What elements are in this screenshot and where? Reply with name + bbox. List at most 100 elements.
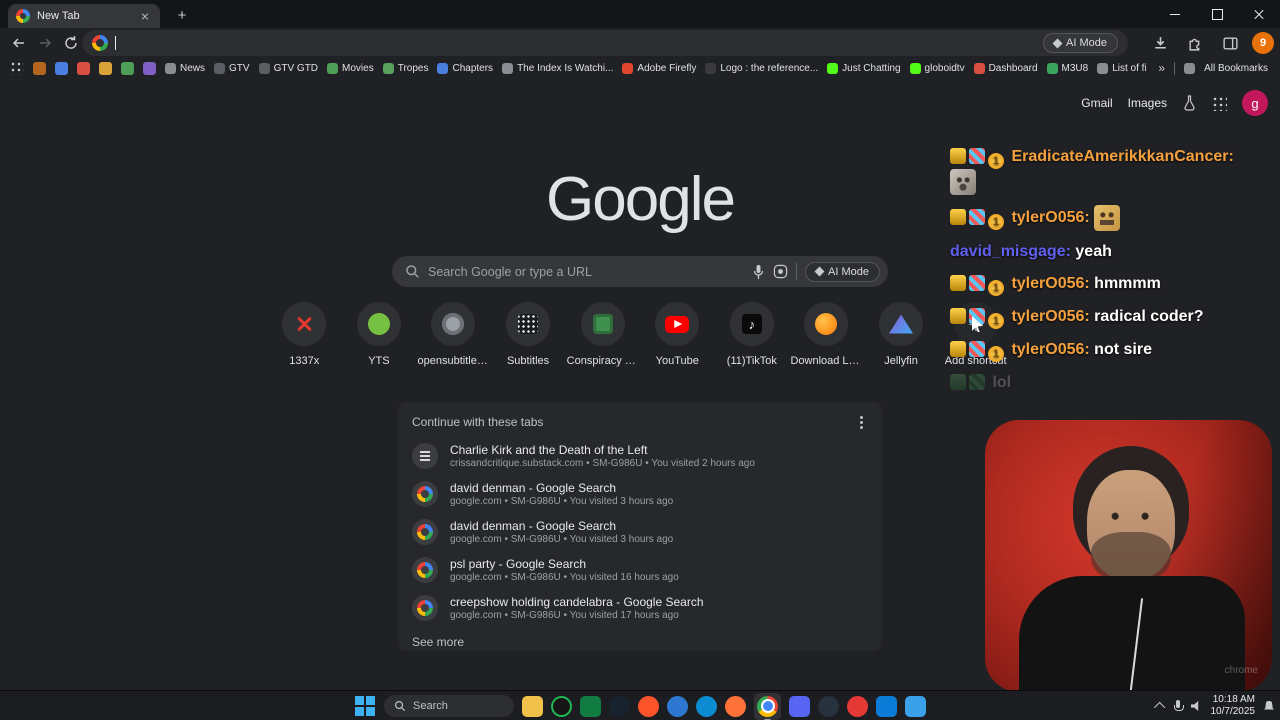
gmail-link[interactable]: Gmail <box>1081 96 1112 110</box>
recent-tab-item[interactable]: david denman - Google Search google.com … <box>412 513 868 551</box>
bookmark-item-gtv[interactable]: GTV <box>214 62 250 74</box>
voice-search-mic-icon[interactable] <box>752 264 765 280</box>
shortcut-yts[interactable]: YTS <box>342 302 417 367</box>
new-tab-button[interactable]: + <box>172 6 192 26</box>
coin-badge-icon: 1 <box>988 153 1004 169</box>
ai-mode-label: AI Mode <box>1066 37 1107 49</box>
firefox-icon[interactable] <box>725 695 746 717</box>
recent-tab-item[interactable]: creepshow holding candelabra - Google Se… <box>412 589 868 627</box>
coin-badge-icon: 1 <box>988 346 1004 362</box>
bookmark-item-m3u8[interactable]: M3U8 <box>1046 62 1088 74</box>
discord-icon[interactable] <box>789 695 810 717</box>
brave-icon[interactable] <box>638 695 659 717</box>
bookmark-item-the-index[interactable]: The Index Is Watchi... <box>502 62 613 74</box>
chrome-icon-active[interactable] <box>754 692 781 720</box>
shortcut-label: YouTube <box>655 355 699 367</box>
recent-tab-item[interactable]: david denman - Google Search google.com … <box>412 475 868 513</box>
bookmark-item-gtv-gtd[interactable]: GTV GTD <box>258 62 319 74</box>
edge-icon[interactable] <box>696 695 717 717</box>
shortcut-1337x[interactable]: 1337x <box>267 302 342 367</box>
tray-volume-icon[interactable] <box>1190 701 1199 711</box>
chat-username[interactable]: tylerO056: <box>1011 209 1089 226</box>
bookmark-favicon[interactable] <box>121 61 134 75</box>
recent-tab-item[interactable]: Charlie Kirk and the Death of the Left c… <box>412 437 868 475</box>
bookmarks-overflow-chevron[interactable]: » <box>1158 61 1165 75</box>
search-ai-mode-chip[interactable]: AI Mode <box>805 261 880 282</box>
bookmark-icon <box>165 62 176 74</box>
bookmark-item-chapters[interactable]: Chapters <box>437 62 493 74</box>
more-options-icon[interactable] <box>860 420 863 424</box>
close-button[interactable] <box>1238 0 1280 28</box>
youtube-music-icon[interactable] <box>847 695 868 717</box>
bookmark-favicon[interactable] <box>143 61 156 75</box>
bookmark-favicon[interactable] <box>55 61 68 75</box>
bookmark-item-globoidtv[interactable]: globoidtv <box>909 62 965 74</box>
chat-username[interactable]: tylerO056: <box>1011 308 1089 325</box>
bookmark-item-tropes[interactable]: Tropes <box>382 62 428 74</box>
address-bar[interactable]: AI Mode <box>82 30 1128 56</box>
file-explorer-icon[interactable] <box>522 695 543 717</box>
profile-avatar[interactable]: 9 <box>1252 32 1274 54</box>
tray-mic-icon[interactable] <box>1173 699 1184 713</box>
tiktok-icon <box>741 314 762 334</box>
shortcut-conspiracy[interactable]: Conspiracy M... <box>565 302 640 367</box>
tray-clock[interactable]: 10:18 AM 10/7/2025 <box>1211 694 1256 718</box>
apps-grid-icon[interactable] <box>10 61 24 75</box>
side-panel-icon[interactable] <box>1217 30 1243 56</box>
chat-username[interactable]: tylerO056: <box>1011 341 1089 358</box>
bookmark-item-news[interactable]: News <box>165 62 205 74</box>
bookmark-item-just-chatting[interactable]: Just Chatting <box>827 62 901 74</box>
notification-bell-icon[interactable] <box>1264 700 1274 710</box>
account-avatar[interactable]: g <box>1242 90 1268 116</box>
bookmark-item-adobe-firefly[interactable]: Adobe Firefly <box>622 62 696 74</box>
shortcut-tiktok[interactable]: (11)TikTok <box>715 302 790 367</box>
forward-icon[interactable] <box>32 30 58 56</box>
extensions-puzzle-icon[interactable] <box>1182 30 1208 56</box>
shortcut-jellyfin[interactable]: Jellyfin <box>864 302 939 367</box>
vscode-icon[interactable] <box>876 695 897 717</box>
bookmark-item-movies[interactable]: Movies <box>327 62 374 74</box>
bookmark-favicon[interactable] <box>99 61 112 75</box>
media-player-icon[interactable] <box>667 695 688 717</box>
tab-title: New Tab <box>37 10 80 22</box>
spotify-icon[interactable] <box>551 695 572 717</box>
back-icon[interactable] <box>6 30 32 56</box>
browser-tab[interactable]: New Tab <box>8 4 160 28</box>
chat-username[interactable]: EradicateAmerikkkanCancer: <box>1011 148 1233 165</box>
excel-icon[interactable] <box>580 695 601 717</box>
taskbar-search[interactable]: Search <box>384 695 514 717</box>
shortcut-youtube[interactable]: YouTube <box>640 302 715 367</box>
bookmark-item-logo-reference[interactable]: Logo : the reference... <box>705 62 818 74</box>
ai-mode-chip[interactable]: AI Mode <box>1043 33 1118 53</box>
bookmark-label: GTV GTD <box>273 62 319 74</box>
crown-badge-icon <box>950 209 966 226</box>
bookmark-icon <box>1046 62 1058 74</box>
chrome-watermark: chrome <box>1224 665 1258 676</box>
chat-username[interactable]: david_misgage: <box>950 243 1071 260</box>
notepad-icon[interactable] <box>905 695 926 717</box>
shortcut-opensubtitles[interactable]: opensubtitles... <box>416 302 491 367</box>
minimize-button[interactable] <box>1154 0 1196 28</box>
windows-start-button[interactable] <box>354 695 376 717</box>
all-bookmarks-label[interactable]: All Bookmarks <box>1204 63 1268 74</box>
labs-flask-icon[interactable] <box>1182 95 1197 111</box>
bookmark-favicon[interactable] <box>77 61 90 75</box>
shortcut-subtitles[interactable]: Subtitles <box>491 302 566 367</box>
4k-downloader-icon[interactable] <box>609 695 630 717</box>
tab-close-icon[interactable] <box>138 9 152 23</box>
1337x-icon <box>294 314 314 334</box>
google-apps-grid-icon[interactable] <box>1212 95 1227 111</box>
reload-icon[interactable] <box>58 30 84 56</box>
shortcut-download-la[interactable]: Download La... <box>789 302 864 367</box>
maximize-button[interactable] <box>1196 0 1238 28</box>
recent-tab-item[interactable]: psl party - Google Search google.com • S… <box>412 551 868 589</box>
see-more-link[interactable]: See more <box>412 635 868 649</box>
download-icon[interactable] <box>1147 30 1173 56</box>
steam-icon[interactable] <box>818 695 839 717</box>
google-lens-icon[interactable] <box>773 264 788 279</box>
chat-username[interactable]: tylerO056: <box>1011 275 1089 292</box>
bookmark-favicon[interactable] <box>33 61 46 75</box>
search-box[interactable]: Search Google or type a URL AI Mode <box>392 256 888 287</box>
images-link[interactable]: Images <box>1128 96 1167 110</box>
bookmark-item-dashboard[interactable]: Dashboard <box>973 62 1038 74</box>
